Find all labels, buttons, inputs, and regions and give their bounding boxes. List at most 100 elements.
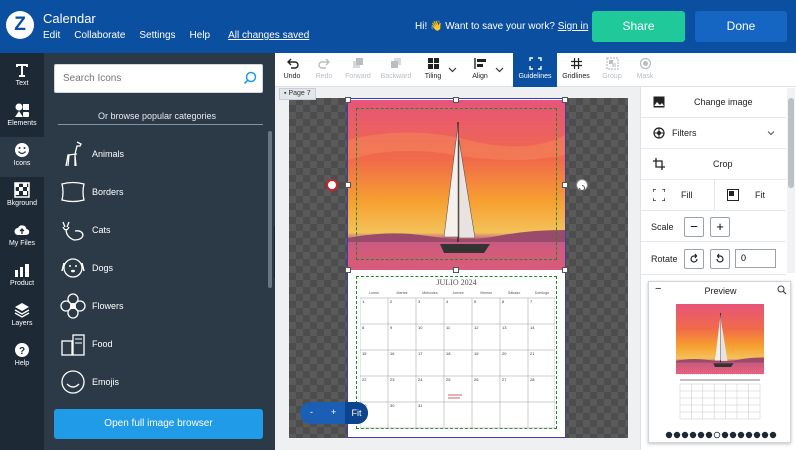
top-bar: Z Calendar Edit Collaborate Settings Hel…	[0, 0, 796, 53]
page-dot[interactable]	[673, 431, 681, 439]
chevron-down-icon[interactable]	[494, 64, 505, 75]
search-icon[interactable]	[243, 71, 257, 85]
svg-text:20: 20	[502, 351, 507, 356]
category-dogs[interactable]: Dogs	[58, 253, 248, 289]
filters-row[interactable]: Filters	[641, 118, 786, 149]
cat-icon	[62, 221, 84, 241]
sign-in-link[interactable]: Sign in	[558, 21, 589, 32]
svg-text:7: 7	[530, 299, 533, 304]
redo-button[interactable]: Redo	[307, 53, 341, 87]
tiling-button[interactable]: Tiling	[416, 53, 450, 87]
page-dot[interactable]	[689, 431, 697, 439]
resize-handle[interactable]	[562, 97, 568, 103]
rail-item-text[interactable]: Text	[0, 57, 44, 97]
page-dot[interactable]	[737, 431, 745, 439]
page-dot[interactable]	[665, 431, 673, 439]
page-label: Page 7	[288, 90, 311, 97]
change-image-row[interactable]: Change image	[641, 87, 786, 118]
rail-item-layers[interactable]: Layers	[0, 297, 44, 337]
rotate-right-button[interactable]	[710, 249, 730, 269]
gridlines-button[interactable]: Gridlines	[559, 53, 593, 87]
page-dot[interactable]	[753, 431, 761, 439]
page-dot[interactable]	[745, 431, 753, 439]
rotate-handle[interactable]	[576, 179, 588, 191]
category-flowers[interactable]: Flowers	[58, 291, 248, 327]
resize-handle[interactable]	[345, 97, 351, 103]
save-status[interactable]: All changes saved	[228, 30, 309, 41]
svg-text:19: 19	[474, 351, 479, 356]
rail-item-help[interactable]: ? Help	[0, 337, 44, 377]
zazzle-logo[interactable]: Z	[6, 11, 34, 39]
rail-item-background[interactable]: Bkground	[0, 177, 44, 217]
weekday-label: Sábado	[508, 291, 520, 295]
zoom-out-button[interactable]: -	[310, 407, 313, 417]
category-cats[interactable]: Cats	[58, 215, 248, 251]
resize-handle[interactable]	[345, 182, 351, 188]
chevron-down-icon[interactable]	[447, 64, 458, 75]
category-animals[interactable]: Animals	[58, 139, 248, 175]
fit-button[interactable]: Fit	[714, 180, 786, 211]
properties-scrollbar-thumb[interactable]	[788, 98, 794, 188]
guidelines-button[interactable]: Guidelines	[513, 53, 557, 87]
fit-label: Fit	[755, 190, 765, 200]
open-full-image-browser-button[interactable]: Open full image browser	[54, 409, 263, 439]
page-dot[interactable]	[705, 431, 713, 439]
rail-item-elements[interactable]: Elements	[0, 97, 44, 137]
done-button[interactable]: Done	[695, 11, 787, 42]
crop-row[interactable]: Crop	[641, 149, 786, 180]
fill-button[interactable]: Fill	[641, 180, 714, 211]
chevron-down-icon	[767, 131, 775, 136]
delete-element-handle[interactable]	[326, 179, 338, 191]
page-dot[interactable]	[697, 431, 705, 439]
backward-button[interactable]: Backward	[379, 53, 413, 87]
undo-button[interactable]: Undo	[275, 53, 309, 87]
crop-label: Crop	[713, 159, 733, 169]
menu-help[interactable]: Help	[190, 30, 211, 41]
category-borders[interactable]: Borders	[58, 177, 248, 213]
rotate-left-button[interactable]	[684, 249, 704, 269]
rail-item-my-files[interactable]: My Files	[0, 217, 44, 257]
forward-button[interactable]: Forward	[341, 53, 375, 87]
resize-handle[interactable]	[562, 182, 568, 188]
rail-item-icons[interactable]: Icons	[0, 137, 44, 177]
group-button[interactable]: Group	[595, 53, 629, 87]
rotate-icon	[579, 185, 585, 191]
calendar-month-title: JULIO 2024	[436, 278, 477, 287]
category-emojis[interactable]: Emojis	[58, 367, 248, 403]
search-icons-input[interactable]	[54, 64, 263, 93]
mask-button[interactable]: Mask	[628, 53, 662, 87]
page-dot[interactable]	[713, 431, 721, 439]
page-dot[interactable]	[721, 431, 729, 439]
zoom-in-button[interactable]: +	[331, 407, 336, 417]
tool-label: Undo	[283, 73, 301, 80]
preview-photo	[676, 304, 764, 374]
svg-text:1: 1	[362, 299, 365, 304]
panel-scrollbar[interactable]	[268, 131, 272, 288]
bring-forward-icon	[352, 58, 363, 68]
rotate-angle-input[interactable]: 0	[735, 249, 776, 268]
svg-text:?: ?	[19, 346, 25, 357]
page-dot[interactable]	[729, 431, 737, 439]
page-dot[interactable]	[761, 431, 769, 439]
menu-settings[interactable]: Settings	[139, 30, 175, 41]
align-button[interactable]: Align	[463, 53, 497, 87]
menu-edit[interactable]: Edit	[43, 30, 60, 41]
resize-handle[interactable]	[453, 267, 459, 273]
resize-handle[interactable]	[562, 267, 568, 273]
scale-up-button[interactable]: +	[710, 217, 730, 237]
zoom-fit-button[interactable]: Fit	[345, 402, 368, 424]
category-food[interactable]: Food	[58, 329, 248, 365]
scale-down-button[interactable]: −	[684, 217, 704, 237]
guidelines-icon	[528, 57, 542, 70]
rail-item-product[interactable]: Product	[0, 257, 44, 297]
zoom-preview-icon[interactable]	[777, 285, 787, 295]
food-jar-icon	[61, 334, 85, 356]
resize-handle[interactable]	[345, 267, 351, 273]
page-dot[interactable]	[769, 431, 777, 439]
menu-collaborate[interactable]: Collaborate	[74, 30, 125, 41]
resize-handle[interactable]	[453, 97, 459, 103]
tool-label: Guidelines	[518, 73, 552, 80]
layers-icon	[14, 303, 30, 318]
share-button[interactable]: Share	[592, 11, 685, 42]
page-dot[interactable]	[681, 431, 689, 439]
